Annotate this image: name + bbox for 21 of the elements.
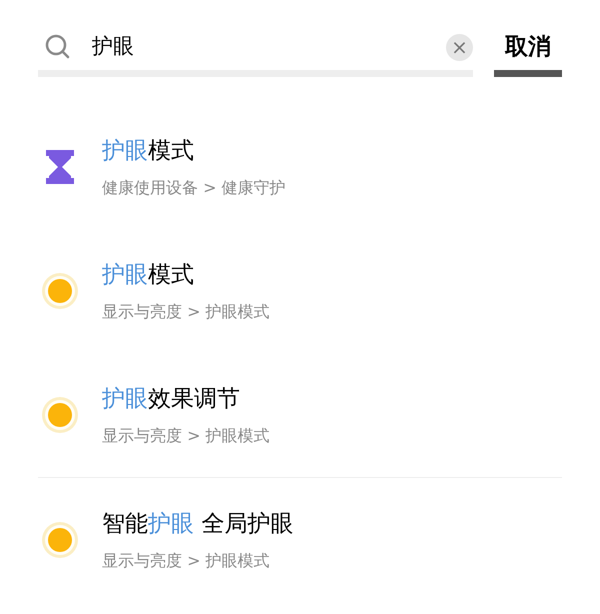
cancel-button[interactable]: 取消 — [505, 28, 551, 66]
result-path: 健康使用设备 > 健康守护 — [102, 177, 286, 200]
result-path: 显示与亮度 > 护眼模式 — [102, 425, 270, 448]
cancel-underline — [494, 70, 562, 77]
result-path: 显示与亮度 > 护眼模式 — [102, 301, 270, 324]
sun-icon — [40, 520, 80, 560]
result-title: 护眼效果调节 — [102, 384, 241, 414]
sun-icon — [40, 395, 80, 435]
search-field[interactable]: 护眼 — [92, 31, 446, 63]
clear-button[interactable]: × — [446, 34, 473, 60]
result-title: 智能护眼 全局护眼 — [102, 510, 294, 539]
result-title: 护眼模式 — [102, 136, 195, 166]
result-path: 显示与亮度 > 护眼模式 — [102, 550, 271, 572]
search-result[interactable]: 护眼模式 健康使用设备 > 健康守护 — [38, 105, 562, 229]
search-result[interactable]: 护眼模式 显示与亮度 > 护眼模式 — [38, 229, 562, 353]
result-title: 护眼模式 — [102, 260, 195, 290]
search-result[interactable]: 智能护眼 全局护眼 显示与亮度 > 护眼模式 — [38, 478, 562, 602]
search-icon — [44, 33, 72, 61]
search-result[interactable]: 护眼效果调节 显示与亮度 > 护眼模式 — [38, 353, 562, 477]
sun-icon — [40, 271, 80, 311]
hourglass-icon — [46, 150, 74, 184]
